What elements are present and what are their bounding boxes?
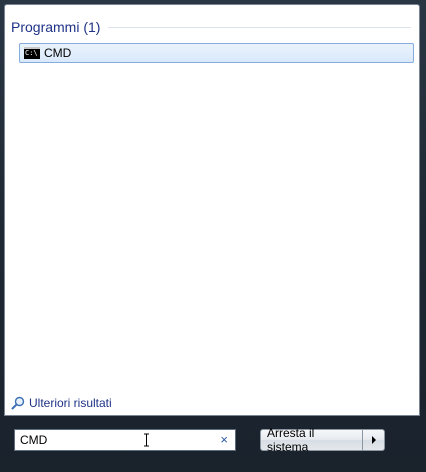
search-results-panel: Programmi (1) C:\ CMD Ulteriori risultat… (4, 4, 420, 416)
search-box[interactable]: × (14, 429, 236, 451)
more-results-label: Ulteriori risultati (29, 396, 112, 410)
search-input[interactable] (15, 431, 200, 449)
right-arrow-icon (371, 436, 376, 444)
section-title-programs[interactable]: Programmi (1) (11, 19, 100, 35)
shutdown-button-label: Arresta il sistema (267, 426, 315, 454)
section-header: Programmi (1) (11, 19, 411, 35)
bottom-bar: × Arresta il sistema (0, 416, 426, 472)
section-divider (108, 26, 411, 28)
more-results-link[interactable]: Ulteriori risultati (11, 396, 112, 410)
shutdown-button[interactable]: Arresta il sistema (260, 426, 363, 454)
result-item-label: CMD (44, 46, 72, 60)
shutdown-group: Arresta il sistema (260, 426, 385, 454)
magnifier-icon (11, 396, 25, 410)
shutdown-options-button[interactable] (363, 429, 385, 451)
text-cursor-icon (144, 433, 149, 447)
command-prompt-icon: C:\ (24, 47, 40, 59)
clear-search-icon[interactable]: × (220, 432, 228, 448)
result-item-cmd[interactable]: C:\ CMD (19, 43, 414, 63)
